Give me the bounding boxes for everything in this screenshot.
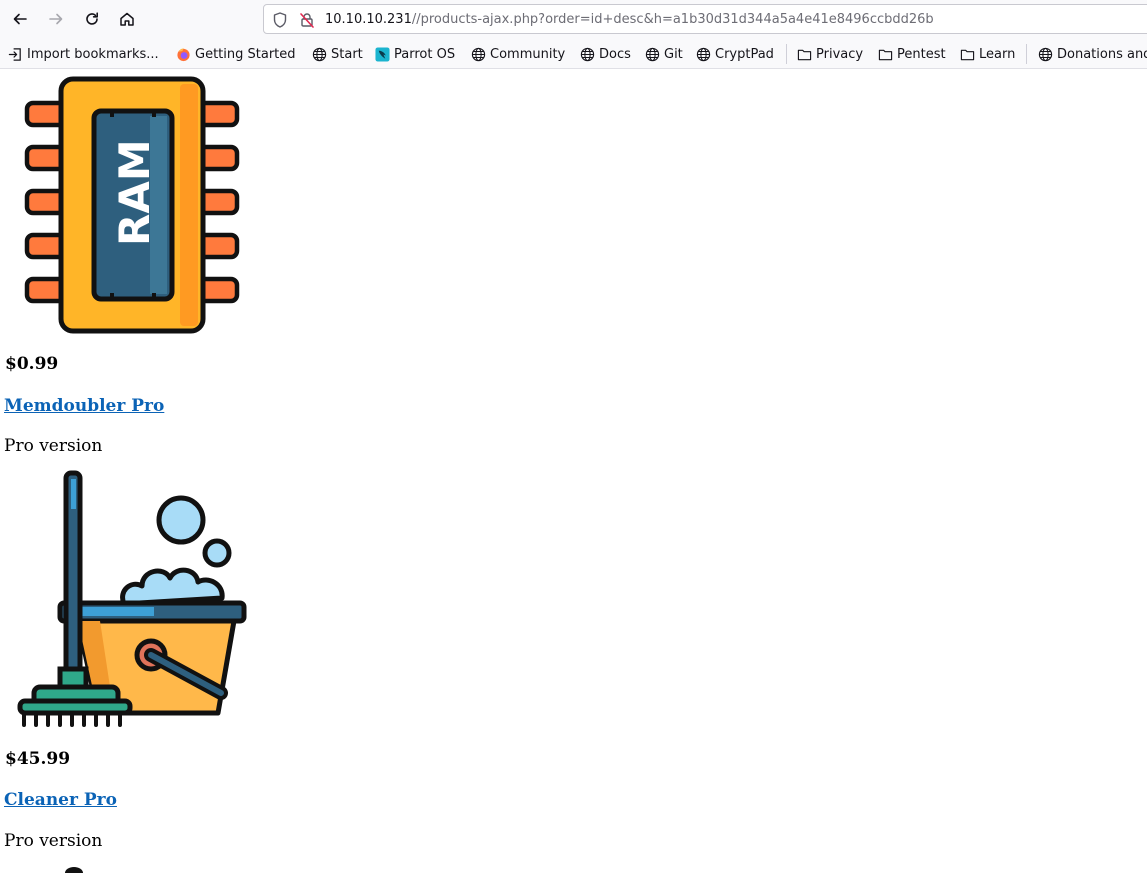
globe-icon xyxy=(580,47,595,61)
url-host: 10.10.10.231 xyxy=(325,12,412,27)
ram-label: RAM xyxy=(110,139,159,246)
bookmark-folder-pentest[interactable]: Pentest xyxy=(878,45,946,63)
product-image-partial xyxy=(65,867,83,873)
bookmark-label: Privacy xyxy=(816,46,864,62)
arrow-left-icon xyxy=(13,13,27,25)
ram-chip-icon: RAM xyxy=(24,76,240,334)
forward-button[interactable] xyxy=(44,7,68,31)
bookmark-label: Start xyxy=(331,46,363,62)
product-price: $45.99 xyxy=(5,749,71,769)
home-icon xyxy=(120,12,134,26)
bookmark-community[interactable]: Community xyxy=(471,45,565,63)
bookmark-folder-learn[interactable]: Learn xyxy=(960,45,1015,63)
reload-icon xyxy=(86,12,98,25)
arrow-right-icon xyxy=(49,13,63,25)
bookmark-git[interactable]: Git xyxy=(645,45,683,63)
globe-icon xyxy=(696,47,711,61)
bookmark-label: Community xyxy=(490,46,566,62)
firefox-icon xyxy=(177,47,190,61)
folder-icon xyxy=(878,49,893,60)
bookmark-separator xyxy=(1026,44,1027,64)
bookmark-label: Pentest xyxy=(897,46,946,62)
parrot-icon xyxy=(375,46,390,62)
browser-toolbar: 10.10.10.231//products-ajax.php?order=id… xyxy=(0,0,1147,38)
bookmark-label: Import bookmarks... xyxy=(27,46,159,62)
bookmark-label: Getting Started xyxy=(195,46,296,62)
globe-icon xyxy=(645,47,660,61)
reload-button[interactable] xyxy=(80,7,104,31)
shield-icon[interactable] xyxy=(271,11,289,29)
product-name-link[interactable]: Memdoubler Pro xyxy=(4,396,164,416)
bookmarks-toolbar: Import bookmarks... Getting Started Star… xyxy=(0,38,1147,69)
home-button[interactable] xyxy=(115,7,139,31)
bookmark-label: Git xyxy=(664,46,683,62)
bookmark-label: Donations and xyxy=(1057,46,1147,62)
url-text[interactable]: 10.10.10.231//products-ajax.php?order=id… xyxy=(325,11,934,28)
bookmark-label: CryptPad xyxy=(715,46,774,62)
product-name-link[interactable]: Cleaner Pro xyxy=(4,790,117,810)
mop-bucket-icon xyxy=(17,470,247,727)
folder-icon xyxy=(960,49,975,60)
back-button[interactable] xyxy=(8,7,32,31)
url-bar[interactable]: 10.10.10.231//products-ajax.php?order=id… xyxy=(263,4,1147,34)
insecure-lock-icon[interactable] xyxy=(298,11,316,29)
url-path: //products-ajax.php?order=id+desc&h=a1b3… xyxy=(411,12,934,27)
bookmark-label: Learn xyxy=(979,46,1016,62)
bookmark-docs[interactable]: Docs xyxy=(580,45,631,63)
globe-icon xyxy=(312,47,327,61)
bookmark-folder-privacy[interactable]: Privacy xyxy=(797,45,863,63)
product-description: Pro version xyxy=(4,436,103,456)
bookmark-label: Parrot OS xyxy=(394,46,456,62)
globe-icon xyxy=(1038,47,1053,61)
bookmark-import[interactable]: Import bookmarks... xyxy=(8,45,159,63)
bookmark-label: Docs xyxy=(599,46,631,62)
bookmark-start[interactable]: Start xyxy=(312,45,363,63)
product-price: $0.99 xyxy=(5,354,59,374)
bookmark-separator xyxy=(786,44,787,64)
bookmark-cryptpad[interactable]: CryptPad xyxy=(696,45,774,63)
import-icon xyxy=(8,47,21,61)
product-description: Pro version xyxy=(4,831,103,851)
globe-icon xyxy=(471,47,486,61)
bookmark-parrot-os[interactable]: Parrot OS xyxy=(375,45,455,63)
bookmark-donations[interactable]: Donations and xyxy=(1038,45,1147,63)
bookmark-getting-started[interactable]: Getting Started xyxy=(176,45,296,63)
folder-icon xyxy=(797,49,812,60)
